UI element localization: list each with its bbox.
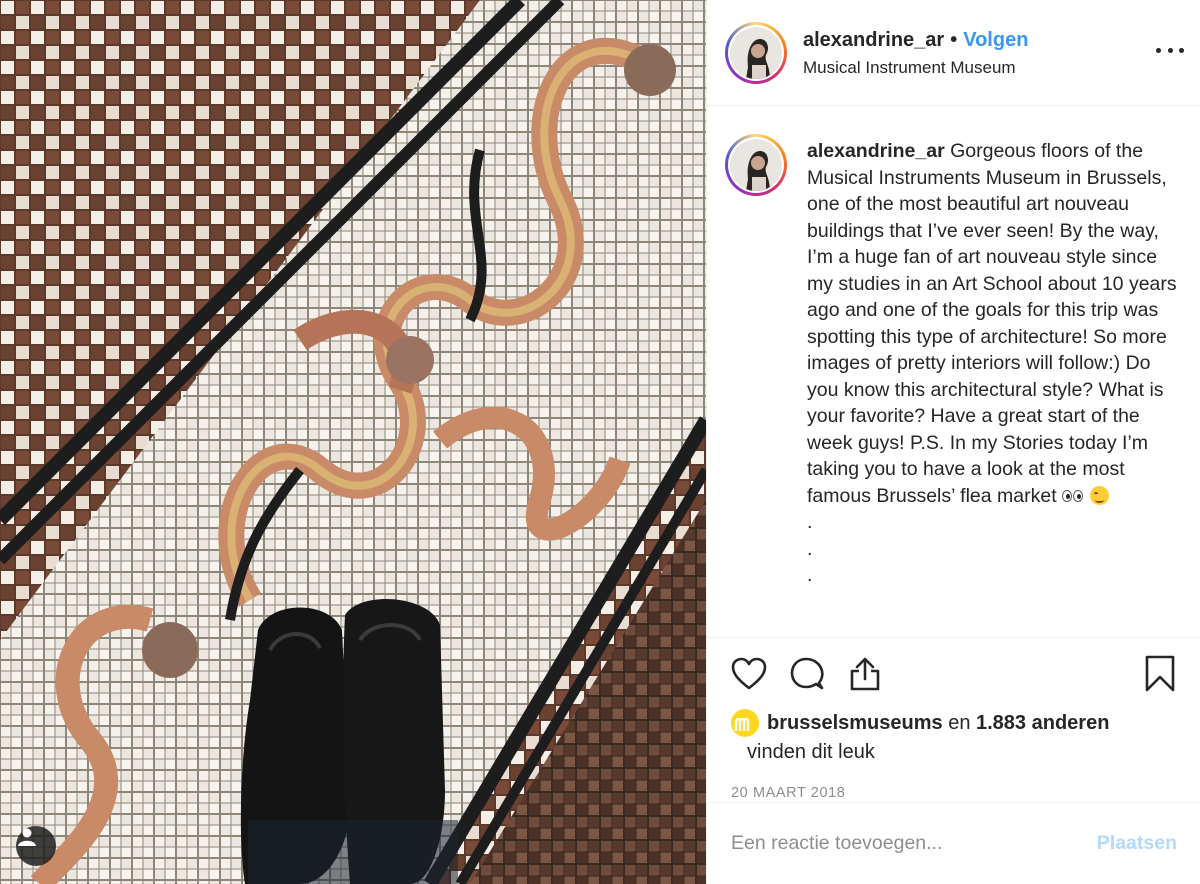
header-line: alexandrine_ar • Volgen: [803, 28, 1028, 52]
action-bar: [707, 638, 1200, 710]
location-link[interactable]: Musical Instrument Museum: [803, 58, 1028, 78]
more-options-icon: [1179, 47, 1184, 53]
instagram-post: alexandrine_ar • Volgen Musical Instrument…: [0, 0, 1200, 884]
likes-line: brusselsmuseums en 1.883 anderen: [767, 710, 1109, 737]
follow-button[interactable]: Volgen: [963, 29, 1028, 51]
caption-text: Gorgeous floors of the Musical Instrumen…: [807, 140, 1177, 507]
more-options-icon: [1167, 47, 1173, 53]
post-header: alexandrine_ar • Volgen Musical Instrument…: [707, 0, 1200, 106]
caption-avatar[interactable]: [725, 134, 787, 196]
heart-icon: [731, 657, 767, 690]
comment-button[interactable]: [787, 654, 827, 694]
comments-section[interactable]: alexandrine_ar Gorgeous floors of the Mu…: [707, 106, 1200, 638]
profile-photo: [730, 139, 782, 191]
brusselsmuseums-logo-icon: [734, 717, 750, 732]
caption-dot: .: [807, 511, 813, 533]
likes-connector: en: [942, 712, 976, 734]
more-options-icon: [1156, 47, 1161, 53]
profile-photo: [730, 26, 782, 79]
share-button[interactable]: [845, 654, 885, 694]
eyes-emoji-icon: [1062, 489, 1084, 503]
liker-avatar[interactable]: [731, 709, 759, 737]
likes-count-link[interactable]: 1.883 anderen: [976, 712, 1109, 734]
like-button[interactable]: [729, 654, 769, 694]
comment-icon: [790, 657, 824, 690]
likes-suffix-text: vinden dit leuk: [747, 741, 875, 763]
post-side-panel: alexandrine_ar • Volgen Musical Instrument…: [706, 0, 1200, 884]
mosaic-floor-image: [0, 0, 706, 884]
header-text: alexandrine_ar • Volgen Musical Instrument…: [803, 28, 1028, 78]
user-tag-icon: [18, 828, 36, 846]
more-options-button[interactable]: [1156, 40, 1184, 60]
caption-dot: .: [807, 537, 813, 560]
caption: alexandrine_ar Gorgeous floors of the Mu…: [807, 138, 1182, 637]
likes-summary: brusselsmuseums en 1.883 anderen: [707, 709, 1200, 737]
header-separator: •: [950, 28, 958, 51]
winking-face-emoji-icon: [1090, 485, 1110, 505]
save-button[interactable]: [1140, 654, 1180, 694]
caption-dot: .: [807, 564, 813, 586]
post-comment-button[interactable]: Plaatsen: [1097, 832, 1177, 855]
share-icon: [850, 657, 880, 691]
comment-input[interactable]: [731, 832, 1097, 855]
post-date[interactable]: 20 MAART 2018: [707, 785, 1200, 801]
post-photo[interactable]: [0, 0, 706, 884]
liker-username-link[interactable]: brusselsmuseums: [767, 712, 943, 734]
caption-username-link[interactable]: alexandrine_ar: [807, 140, 945, 162]
add-comment-form: Plaatsen: [707, 802, 1200, 884]
header-username-link[interactable]: alexandrine_ar: [803, 29, 944, 51]
user-tag-button[interactable]: [16, 826, 56, 866]
bookmark-icon: [1145, 655, 1175, 692]
header-avatar[interactable]: [725, 21, 787, 84]
